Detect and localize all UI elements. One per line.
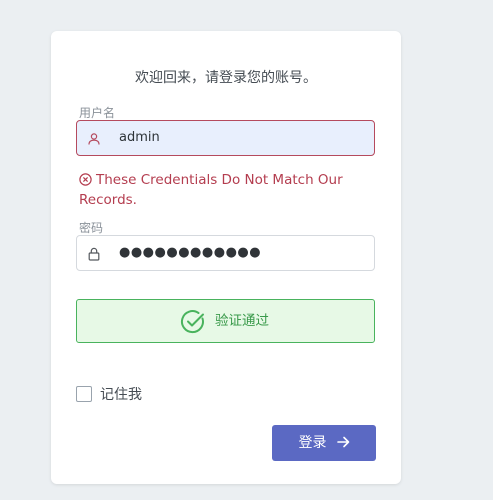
arrow-right-icon bbox=[336, 426, 350, 448]
error-circle-icon bbox=[79, 172, 92, 186]
password-input-value: ●●●●●●●●●●●● bbox=[119, 245, 262, 260]
verification-status-text: 验证通过 bbox=[215, 313, 269, 329]
check-circle-icon bbox=[180, 309, 206, 335]
remember-me-label[interactable]: 记住我 bbox=[100, 384, 142, 404]
username-field[interactable]: admin bbox=[76, 120, 375, 156]
user-icon bbox=[87, 131, 101, 145]
username-label: 用户名 bbox=[79, 106, 116, 120]
remember-me-checkbox[interactable] bbox=[76, 386, 92, 402]
password-field[interactable]: ●●●●●●●●●●●● bbox=[76, 235, 375, 271]
error-message: These Credentials Do Not Match Our Recor… bbox=[79, 170, 349, 210]
login-card: 欢迎回来，请登录您的账号。 用户名 admin These Credential… bbox=[51, 31, 401, 484]
captcha-verification[interactable]: 验证通过 bbox=[76, 299, 375, 343]
login-button-label: 登录 bbox=[298, 435, 327, 451]
welcome-message: 欢迎回来，请登录您的账号。 bbox=[135, 70, 317, 86]
error-text: These Credentials Do Not Match Our Recor… bbox=[79, 172, 343, 208]
username-input-value: admin bbox=[119, 130, 160, 145]
password-label: 密码 bbox=[79, 221, 104, 235]
lock-icon bbox=[87, 246, 101, 261]
login-button[interactable]: 登录 bbox=[272, 425, 376, 461]
